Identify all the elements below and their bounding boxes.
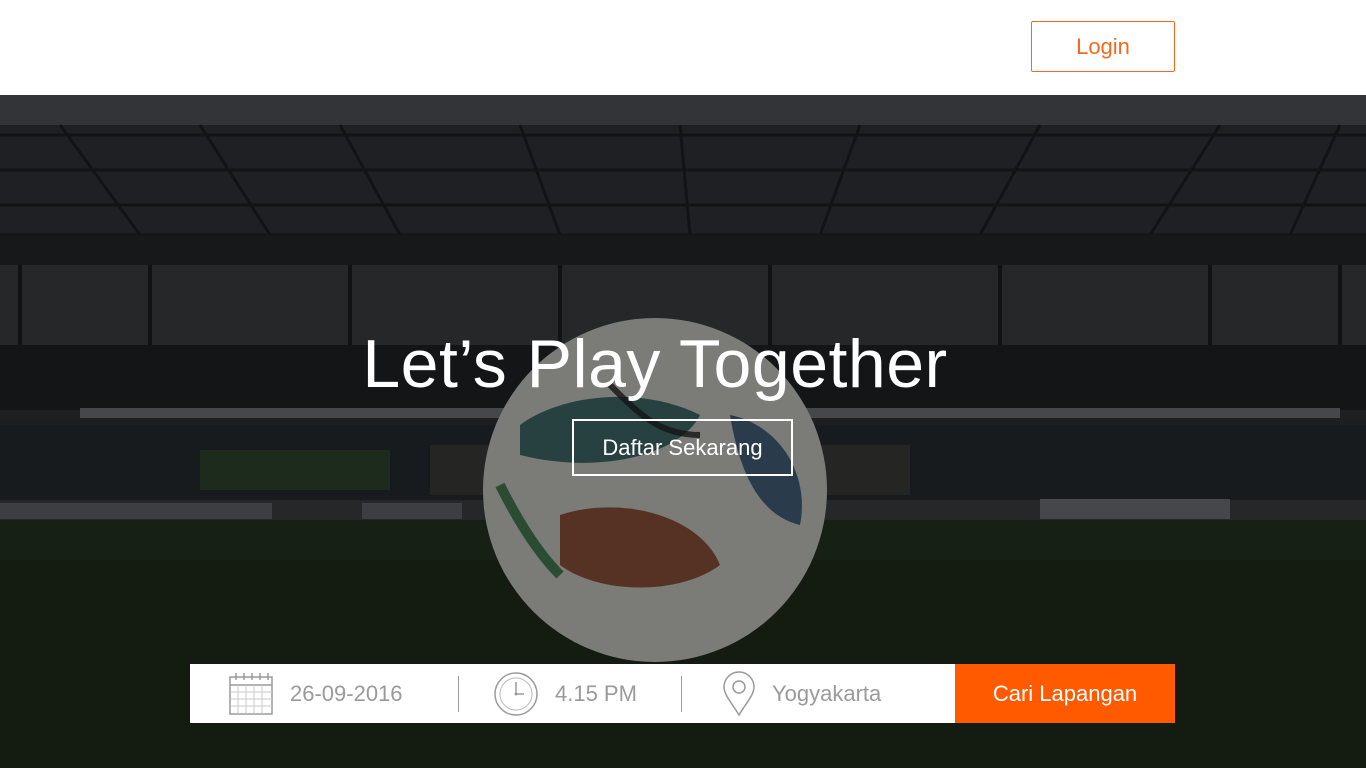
- login-button[interactable]: Login: [1031, 21, 1175, 72]
- clock-icon: [493, 671, 539, 717]
- map-pin-icon: [722, 670, 756, 717]
- divider: [458, 675, 459, 712]
- top-navbar: Login: [0, 0, 1366, 95]
- location-value: Yogyakarta: [772, 680, 882, 706]
- find-field-button[interactable]: Cari Lapangan: [955, 664, 1175, 723]
- date-field[interactable]: 26-09-2016: [228, 664, 458, 723]
- hero-title: Let’s Play Together: [362, 326, 948, 402]
- hero-section: Let’s Play Together Daftar Sekarang 26-0…: [0, 95, 1366, 768]
- calendar-icon: [228, 671, 274, 717]
- signup-now-button[interactable]: Daftar Sekarang: [572, 419, 793, 476]
- location-field[interactable]: Yogyakarta: [722, 664, 922, 723]
- date-value: 26-09-2016: [290, 680, 403, 706]
- divider: [681, 675, 682, 712]
- time-value: 4.15 PM: [555, 680, 637, 706]
- time-field[interactable]: 4.15 PM: [493, 664, 681, 723]
- field-search-bar: 26-09-2016 4.15 PM Yogyakarta Cari Lapan…: [190, 664, 1175, 723]
